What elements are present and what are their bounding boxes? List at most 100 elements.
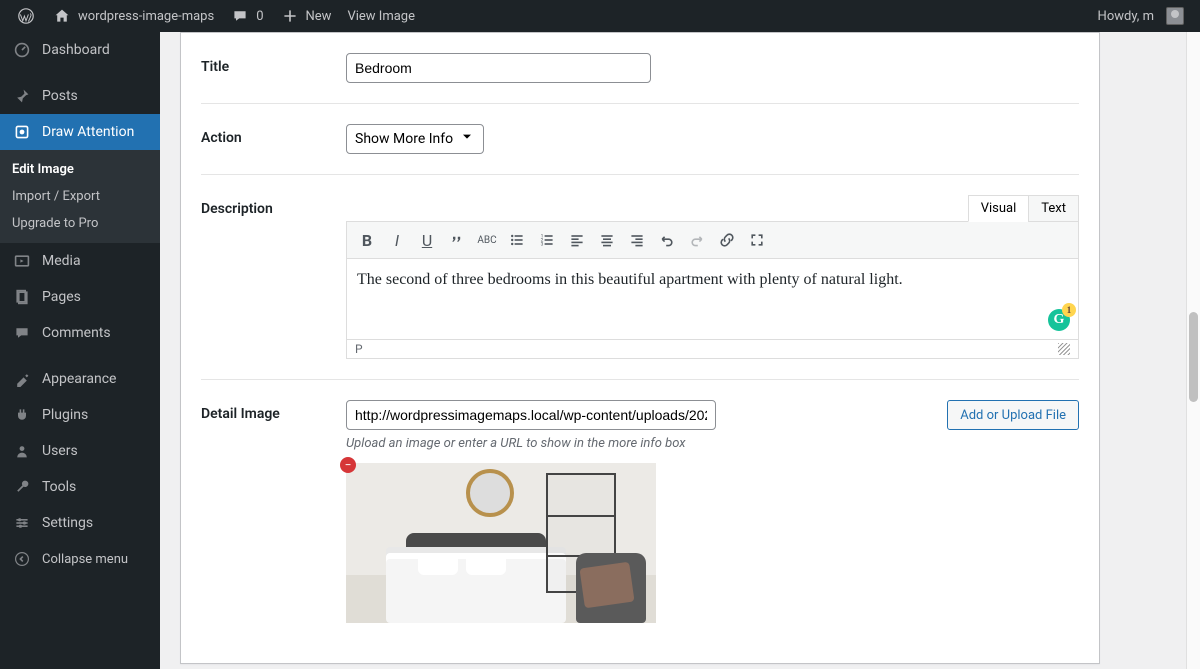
sidebar-item-dashboard[interactable]: Dashboard	[0, 32, 160, 68]
sidebar-item-label: Settings	[42, 515, 93, 531]
sidebar-item-draw-attention[interactable]: Draw Attention	[0, 114, 160, 150]
sidebar-item-users[interactable]: Users	[0, 433, 160, 469]
pin-icon	[12, 86, 32, 106]
editor-toolbar: B I U ABC 123	[347, 222, 1078, 259]
align-right-button[interactable]	[623, 226, 651, 254]
underline-button[interactable]: U	[413, 226, 441, 254]
detail-image-url-input[interactable]	[346, 400, 716, 430]
italic-button[interactable]: I	[383, 226, 411, 254]
chevron-down-icon	[459, 129, 475, 149]
users-icon	[12, 441, 32, 461]
action-label: Action	[201, 124, 346, 154]
undo-button[interactable]	[653, 226, 681, 254]
action-select[interactable]: Show More Info	[346, 124, 484, 154]
sidebar-item-settings[interactable]: Settings	[0, 505, 160, 541]
wysiwyg-editor: B I U ABC 123	[346, 221, 1079, 359]
detail-image-field-row: Detail Image Add or Upload File Upload a…	[201, 380, 1079, 643]
pages-icon	[12, 287, 32, 307]
sidebar-item-label: Plugins	[42, 407, 88, 423]
sidebar-item-label: Draw Attention	[42, 124, 134, 140]
svg-text:3: 3	[541, 242, 544, 248]
home-icon	[52, 6, 72, 26]
description-label: Description	[201, 195, 346, 359]
admin-sidebar: Dashboard Posts Draw Attention Edit Imag…	[0, 32, 160, 669]
settings-icon	[12, 513, 32, 533]
comments-link[interactable]: 0	[222, 0, 271, 32]
wp-logo[interactable]	[8, 0, 44, 32]
tab-visual[interactable]: Visual	[968, 195, 1029, 222]
my-account-link[interactable]: Howdy, m	[1090, 0, 1192, 32]
bold-button[interactable]: B	[353, 226, 381, 254]
sidebar-item-plugins[interactable]: Plugins	[0, 397, 160, 433]
collapse-label: Collapse menu	[42, 552, 128, 567]
title-label: Title	[201, 53, 346, 83]
site-name-link[interactable]: wordpress-image-maps	[44, 0, 222, 32]
hotspot-settings-box: Title Action Show More Info De	[180, 32, 1100, 664]
sidebar-item-label: Posts	[42, 88, 78, 104]
sidebar-item-media[interactable]: Media	[0, 243, 160, 279]
sidebar-item-tools[interactable]: Tools	[0, 469, 160, 505]
bullet-list-button[interactable]	[503, 226, 531, 254]
align-left-button[interactable]	[563, 226, 591, 254]
comments-icon	[12, 323, 32, 343]
draw-attention-submenu: Edit Image Import / Export Upgrade to Pr…	[0, 150, 160, 243]
submenu-edit-image[interactable]: Edit Image	[0, 156, 160, 183]
sidebar-item-label: Comments	[42, 325, 111, 341]
sidebar-item-label: Appearance	[42, 371, 116, 387]
title-field-row: Title	[201, 33, 1079, 104]
avatar	[1166, 7, 1184, 25]
plus-icon	[280, 6, 300, 26]
comment-icon	[230, 6, 250, 26]
fullscreen-button[interactable]	[743, 226, 771, 254]
new-label: New	[306, 9, 332, 24]
collapse-icon	[12, 549, 32, 569]
blockquote-button[interactable]	[443, 226, 471, 254]
sidebar-item-appearance[interactable]: Appearance	[0, 361, 160, 397]
detail-helper-text: Upload an image or enter a URL to show i…	[346, 436, 1079, 451]
wordpress-icon	[16, 6, 36, 26]
redo-button[interactable]	[683, 226, 711, 254]
new-content-link[interactable]: New	[272, 0, 340, 32]
editor-tabs: Visual Text	[346, 195, 1079, 222]
description-text: The second of three bedrooms in this bea…	[357, 271, 903, 288]
link-button[interactable]	[713, 226, 741, 254]
numbered-list-button[interactable]: 123	[533, 226, 561, 254]
sidebar-item-pages[interactable]: Pages	[0, 279, 160, 315]
appearance-icon	[12, 369, 32, 389]
sidebar-item-label: Tools	[42, 479, 76, 495]
howdy-text: Howdy, m	[1098, 9, 1154, 24]
description-field-row: Description Visual Text B I U	[201, 175, 1079, 380]
resize-handle[interactable]	[1058, 343, 1070, 355]
collapse-menu[interactable]: Collapse menu	[0, 541, 160, 577]
tab-text[interactable]: Text	[1028, 195, 1079, 222]
vertical-scrollbar[interactable]	[1186, 32, 1200, 669]
editor-content[interactable]: The second of three bedrooms in this bea…	[347, 259, 1078, 339]
media-icon	[12, 251, 32, 271]
sidebar-item-comments[interactable]: Comments	[0, 315, 160, 351]
sidebar-item-posts[interactable]: Posts	[0, 78, 160, 114]
view-image-link[interactable]: View Image	[339, 0, 423, 32]
sidebar-item-label: Pages	[42, 289, 81, 305]
comments-count: 0	[256, 9, 263, 24]
submenu-upgrade[interactable]: Upgrade to Pro	[0, 210, 160, 237]
admin-bar: wordpress-image-maps 0 New View Image Ho…	[0, 0, 1200, 32]
draw-attention-icon	[12, 122, 32, 142]
dashboard-icon	[12, 40, 32, 60]
site-name-text: wordpress-image-maps	[78, 9, 214, 24]
bedroom-preview-image[interactable]	[346, 463, 656, 623]
editor-statusbar: P	[347, 339, 1078, 358]
align-center-button[interactable]	[593, 226, 621, 254]
action-field-row: Action Show More Info	[201, 104, 1079, 175]
title-input[interactable]	[346, 53, 651, 83]
sidebar-item-label: Dashboard	[42, 42, 110, 58]
submenu-import-export[interactable]: Import / Export	[0, 183, 160, 210]
remove-image-button[interactable]: −	[340, 457, 356, 473]
strikethrough-button[interactable]: ABC	[473, 226, 501, 254]
view-image-text: View Image	[347, 9, 415, 24]
scrollbar-thumb[interactable]	[1189, 312, 1198, 402]
add-upload-button[interactable]: Add or Upload File	[947, 400, 1079, 430]
sidebar-item-label: Media	[42, 253, 81, 269]
action-selected-value: Show More Info	[355, 131, 453, 147]
grammarly-icon[interactable]: G	[1048, 309, 1070, 331]
tools-icon	[12, 477, 32, 497]
